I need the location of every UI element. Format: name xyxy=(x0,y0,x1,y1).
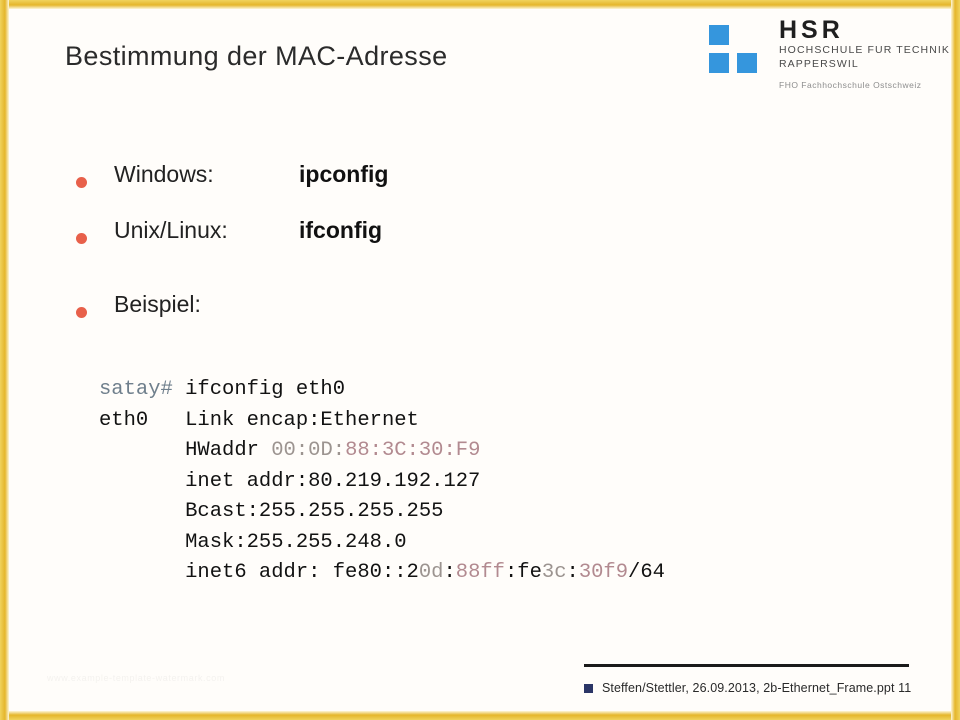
terminal-segment: Mask:255.255.248.0 xyxy=(99,530,407,554)
bullet-label-windows: Windows: xyxy=(114,161,214,187)
terminal-segment: : xyxy=(443,561,456,584)
terminal-segment: Bcast:255.255.255.255 xyxy=(99,500,444,523)
slide-border-bottom xyxy=(0,711,960,720)
logo-text-block: HSR HOCHSCHULE FUR TECHNIK RAPPERSWIL FH… xyxy=(779,17,950,90)
slide-border-top xyxy=(0,0,960,9)
terminal-segment: ifconfig eth0 xyxy=(172,378,346,401)
bullet-dot-icon xyxy=(76,177,87,188)
logo-square-bottom-left-icon xyxy=(709,53,729,73)
watermark-text: www.example-template-watermark.com xyxy=(47,673,225,683)
terminal-segment: 30f9 xyxy=(578,561,629,584)
bullet-command-ipconfig: ipconfig xyxy=(299,161,389,187)
bullet-command-ifconfig: ifconfig xyxy=(299,217,383,243)
logo-square-top-left-icon xyxy=(709,25,729,45)
list-item: Windows: ipconfig xyxy=(69,161,769,217)
terminal-segment: : xyxy=(332,439,346,462)
line-mask: Mask:255.255.248.0 xyxy=(99,528,665,559)
footer-divider xyxy=(584,664,909,667)
terminal-segment: :fe xyxy=(505,561,542,584)
slide-border-right xyxy=(951,0,960,720)
bullet-list: Windows: ipconfig Unix/Linux: ifconfig B… xyxy=(69,161,769,347)
line-inet6: inet6 addr: fe80::20d:88ff:fe3c:30f9/64 xyxy=(99,558,665,589)
slide-canvas: Bestimmung der MAC-Adresse HSR HOCHSCHUL… xyxy=(9,9,951,711)
logo-square-bottom-right-icon xyxy=(737,53,757,73)
line-hwaddr: HWaddr 00:0D:88:3C:30:F9 xyxy=(99,436,665,467)
terminal-segment: HWaddr xyxy=(99,439,272,462)
terminal-output: satay# ifconfig eth0 eth0 Link encap:Ethe… xyxy=(99,375,665,589)
terminal-segment: inet6 addr: fe80::2 xyxy=(99,561,419,584)
logo-subtitle-line-1: HOCHSCHULE FUR TECHNIK xyxy=(779,44,951,56)
list-item: Unix/Linux: ifconfig xyxy=(69,217,769,273)
slide-border-left xyxy=(0,0,9,720)
hsr-logo: HSR HOCHSCHULE FUR TECHNIK RAPPERSWIL FH… xyxy=(701,17,949,105)
line-inet: inet addr:80.219.192.127 xyxy=(99,467,665,498)
terminal-segment: 88:3C:30:F9 xyxy=(345,439,481,462)
bullet-label-beispiel: Beispiel: xyxy=(114,291,201,317)
line-command: satay# ifconfig eth0 xyxy=(99,375,665,406)
footer-square-icon xyxy=(584,683,593,693)
logo-network-line: FHO Fachhochschule Ostschweiz xyxy=(779,80,922,90)
terminal-segment: /64 xyxy=(628,561,665,584)
terminal-segment: 88ff xyxy=(455,561,505,584)
page-title: Bestimmung der MAC-Adresse xyxy=(65,41,448,71)
bullet-dot-icon xyxy=(76,307,87,318)
slide: Bestimmung der MAC-Adresse HSR HOCHSCHUL… xyxy=(0,0,960,720)
logo-subtitle-line-2: RAPPERSWIL xyxy=(779,58,859,70)
terminal-segment: : xyxy=(566,561,579,584)
logo-squares-icon xyxy=(709,25,761,73)
line-bcast: Bcast:255.255.255.255 xyxy=(99,497,665,528)
footer-text: Steffen/Stettler, 26.09.2013, 2b-Etherne… xyxy=(602,681,912,695)
terminal-segment: satay# xyxy=(99,378,173,401)
terminal-segment: inet addr:80.219.192.127 xyxy=(99,469,481,493)
bullet-dot-icon xyxy=(76,233,87,244)
list-item: Beispiel: xyxy=(69,291,769,347)
footer: Steffen/Stettler, 26.09.2013, 2b-Etherne… xyxy=(584,681,911,695)
bullet-label-unix-linux: Unix/Linux: xyxy=(114,217,228,243)
terminal-segment: 00:0D xyxy=(271,439,333,462)
terminal-segment: 3c xyxy=(541,561,567,584)
line-eth0: eth0 Link encap:Ethernet xyxy=(99,406,665,437)
logo-brand: HSR xyxy=(779,16,844,44)
terminal-segment: 0d xyxy=(418,561,444,584)
terminal-segment: eth0 Link encap:Ethernet xyxy=(99,408,419,432)
